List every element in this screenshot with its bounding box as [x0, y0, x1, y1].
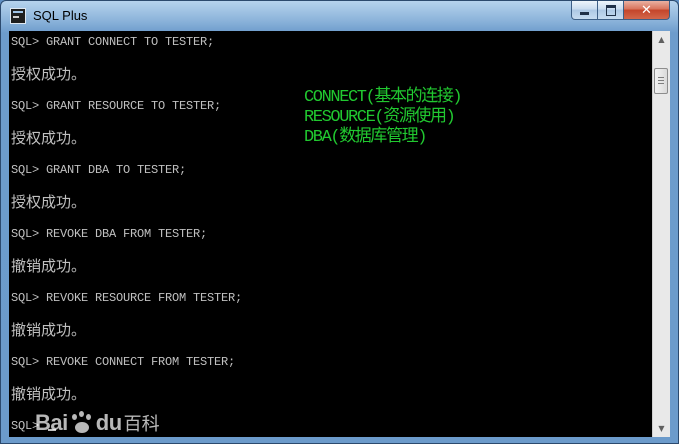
- console-line: 撤销成功。: [11, 257, 87, 275]
- title-bar[interactable]: SQL Plus ✕: [1, 1, 678, 31]
- vertical-scrollbar[interactable]: ▲ ▼: [652, 31, 670, 437]
- console-line: 撤销成功。: [11, 321, 87, 339]
- console-line: 撤销成功。: [11, 385, 87, 403]
- console-output[interactable]: SQL> GRANT CONNECT TO TESTER; 授权成功。 SQL>…: [9, 31, 652, 437]
- annotation-resource: RESOURCE(资源使用): [304, 108, 456, 127]
- caption-buttons: ✕: [571, 1, 670, 21]
- scroll-up-arrow-icon[interactable]: ▲: [653, 31, 670, 48]
- paw-logo-icon: [69, 411, 95, 435]
- annotation-dba: DBA(数据库管理): [304, 128, 427, 147]
- console-line: SQL> GRANT CONNECT TO TESTER;: [11, 35, 215, 49]
- watermark-text-right: du: [95, 410, 122, 435]
- console-app-icon: [10, 8, 26, 24]
- close-icon: ✕: [641, 2, 652, 18]
- console-line: 授权成功。: [11, 65, 87, 83]
- minimize-button[interactable]: [571, 1, 598, 20]
- maximize-icon: [605, 4, 616, 16]
- sqlplus-window: SQL Plus ✕ SQL> GRANT CONNECT TO TESTER;…: [0, 0, 679, 444]
- scroll-down-arrow-icon[interactable]: ▼: [653, 420, 670, 437]
- scrollbar-thumb[interactable]: [654, 68, 668, 94]
- console-line: SQL> REVOKE DBA FROM TESTER;: [11, 227, 208, 241]
- maximize-button[interactable]: [598, 1, 624, 20]
- console-line: 授权成功。: [11, 193, 87, 211]
- close-button[interactable]: ✕: [624, 1, 670, 20]
- console-line: SQL> GRANT RESOURCE TO TESTER;: [11, 99, 222, 113]
- window-title: SQL Plus: [33, 8, 88, 23]
- console-line: SQL> REVOKE RESOURCE FROM TESTER;: [11, 291, 243, 305]
- console-line: SQL> REVOKE CONNECT FROM TESTER;: [11, 355, 236, 369]
- baidu-baike-watermark: Bai du 百科: [35, 403, 160, 437]
- annotation-connect: CONNECT(基本的连接): [304, 88, 463, 107]
- console-line: SQL> GRANT DBA TO TESTER;: [11, 163, 187, 177]
- minimize-icon: [580, 12, 589, 15]
- watermark-text-cn: 百科: [123, 414, 160, 435]
- console-line: 授权成功。: [11, 129, 87, 147]
- watermark-text-left: Bai: [35, 410, 68, 435]
